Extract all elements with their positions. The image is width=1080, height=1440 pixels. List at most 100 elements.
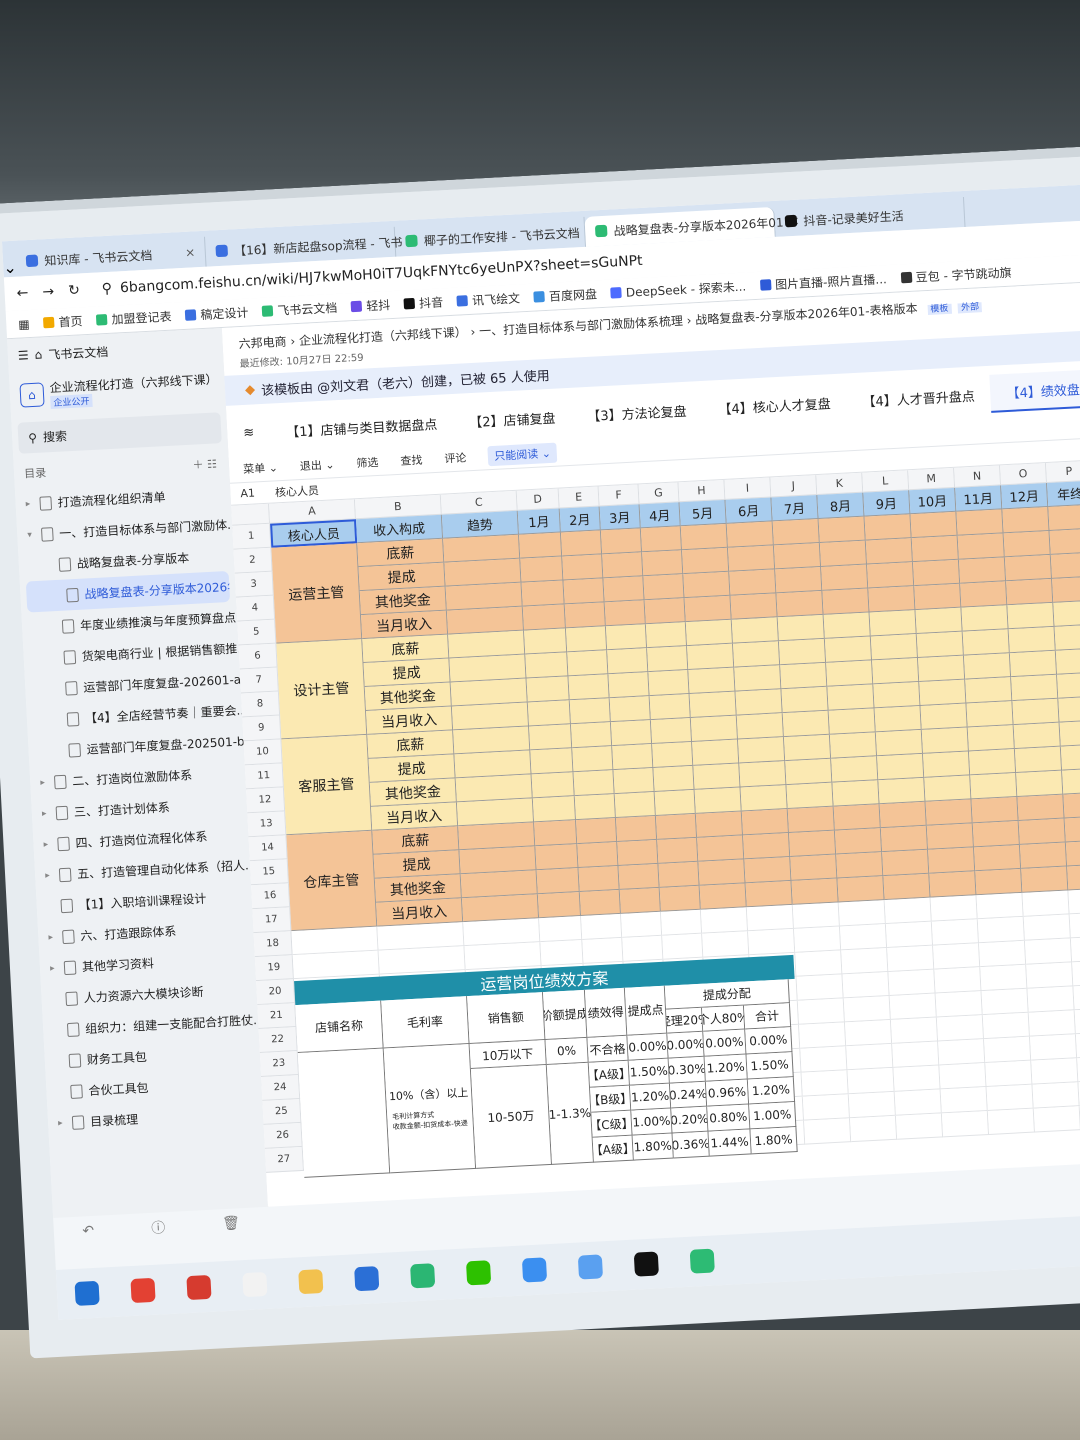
data-cell[interactable]	[958, 557, 1007, 584]
row-header[interactable]: 24	[261, 1074, 301, 1101]
empty-cell[interactable]	[844, 1019, 893, 1047]
data-cell[interactable]	[579, 889, 621, 916]
empty-cell[interactable]	[889, 993, 937, 1020]
row-header[interactable]: 14	[248, 835, 288, 862]
row-header[interactable]: 20	[256, 979, 296, 1006]
back-icon[interactable]: ←	[16, 285, 29, 302]
header-cell[interactable]: 年终	[1047, 480, 1080, 507]
data-cell[interactable]	[688, 667, 736, 695]
data-cell[interactable]	[882, 849, 930, 877]
bookmark-item[interactable]: 加盟登记表	[96, 308, 172, 329]
data-cell[interactable]	[560, 530, 603, 557]
data-cell[interactable]	[826, 660, 874, 687]
data-cell[interactable]	[827, 684, 875, 711]
data-cell[interactable]	[570, 722, 613, 749]
column-header[interactable]: H	[678, 479, 726, 503]
empty-cell[interactable]	[1070, 935, 1080, 963]
empty-cell[interactable]	[1029, 1034, 1078, 1061]
data-cell[interactable]	[916, 631, 964, 659]
empty-cell[interactable]	[799, 1022, 847, 1049]
row-header[interactable]: 4	[235, 595, 276, 622]
empty-cell[interactable]	[581, 913, 623, 940]
data-cell[interactable]	[683, 571, 731, 599]
data-cell[interactable]	[658, 861, 700, 888]
data-cell[interactable]	[924, 775, 972, 802]
data-cell[interactable]	[519, 532, 563, 559]
data-cell[interactable]	[831, 756, 879, 783]
header-cell[interactable]: 11月	[955, 485, 1003, 512]
data-cell[interactable]	[534, 820, 578, 847]
expand-arrow-icon[interactable]: ▸	[40, 777, 49, 787]
wechat-icon[interactable]	[465, 1260, 492, 1286]
row-header[interactable]: 6	[238, 643, 278, 670]
expand-arrow-icon[interactable]: ▸	[45, 870, 54, 880]
empty-cell[interactable]	[976, 892, 1024, 920]
empty-cell[interactable]	[1032, 1082, 1080, 1109]
bookmark-item[interactable]: 抖音	[403, 293, 444, 312]
data-cell[interactable]	[655, 813, 698, 840]
data-cell[interactable]	[529, 724, 573, 751]
data-cell[interactable]	[1016, 770, 1064, 797]
empty-cell[interactable]	[1028, 1010, 1076, 1037]
edge-icon[interactable]	[410, 1263, 436, 1289]
empty-cell[interactable]	[842, 971, 890, 999]
toolbar-button[interactable]: 退出 ⌄	[299, 456, 335, 474]
feishu-icon[interactable]	[521, 1257, 548, 1283]
data-cell[interactable]	[563, 578, 605, 605]
data-cell[interactable]	[526, 676, 570, 703]
data-cell[interactable]	[880, 825, 929, 853]
data-cell[interactable]	[910, 511, 958, 539]
header-cell[interactable]: 9月	[863, 490, 911, 517]
empty-cell[interactable]	[748, 928, 796, 956]
empty-cell[interactable]	[702, 931, 750, 958]
data-cell[interactable]	[612, 744, 654, 771]
sidebar-search[interactable]: ⚲ 搜索	[17, 412, 222, 454]
data-cell[interactable]	[689, 691, 737, 718]
role-cell[interactable]: 设计主管	[276, 639, 368, 740]
column-header[interactable]: P	[1045, 460, 1080, 484]
tab-menu-icon[interactable]: ⌄	[3, 258, 17, 278]
empty-cell[interactable]	[795, 950, 843, 977]
data-cell[interactable]	[730, 593, 778, 620]
empty-cell[interactable]	[985, 1060, 1033, 1088]
data-cell[interactable]	[872, 658, 920, 685]
empty-cell[interactable]	[796, 974, 844, 1001]
data-cell[interactable]	[576, 818, 618, 845]
header-cell[interactable]: 7月	[771, 495, 819, 522]
empty-cell[interactable]	[1072, 959, 1080, 987]
data-cell[interactable]	[600, 528, 643, 555]
column-header[interactable]: O	[1000, 463, 1048, 486]
apps-grid-icon[interactable]: ▦	[18, 317, 30, 332]
role-cell[interactable]: 运营主管	[271, 543, 363, 644]
data-cell[interactable]	[738, 737, 786, 764]
row-header[interactable]: 3	[234, 571, 274, 598]
data-cell[interactable]	[1048, 504, 1080, 531]
data-cell[interactable]	[524, 628, 568, 655]
chrome-icon[interactable]	[130, 1277, 156, 1304]
row-header[interactable]: 26	[263, 1122, 303, 1149]
expand-arrow-icon[interactable]: ▸	[42, 808, 51, 818]
bookmark-item[interactable]: 豆包 - 字节跳动旗	[900, 264, 1012, 287]
data-cell[interactable]	[609, 696, 651, 723]
row-header[interactable]: 17	[252, 907, 292, 934]
windows-start-icon[interactable]	[74, 1280, 100, 1306]
data-cell[interactable]	[687, 643, 735, 671]
sheet-tab[interactable]: 【3】方法论复盘	[570, 391, 703, 434]
expand-arrow-icon[interactable]: ▾	[27, 530, 36, 540]
row-header[interactable]: 9	[242, 715, 282, 742]
data-cell[interactable]	[874, 705, 922, 733]
data-cell[interactable]	[743, 832, 791, 860]
spreadsheet-grid[interactable]: A B C D E F G H I J K L M N O P 1 2 3 4 5 6 7 8 9 10 11 12 13 14 15 16 1…	[231, 458, 1080, 1205]
data-cell[interactable]	[928, 847, 976, 874]
header-cell[interactable]: 2月	[559, 506, 601, 533]
empty-cell[interactable]	[1068, 888, 1080, 915]
data-cell[interactable]	[695, 811, 744, 838]
data-cell[interactable]	[739, 761, 787, 788]
data-cell[interactable]	[578, 865, 620, 893]
data-cell[interactable]	[973, 844, 1022, 872]
data-cell[interactable]	[697, 835, 745, 862]
empty-cell[interactable]	[801, 1070, 849, 1097]
empty-cell[interactable]	[940, 1087, 988, 1114]
data-cell[interactable]	[865, 538, 913, 565]
empty-cell[interactable]	[894, 1089, 942, 1116]
